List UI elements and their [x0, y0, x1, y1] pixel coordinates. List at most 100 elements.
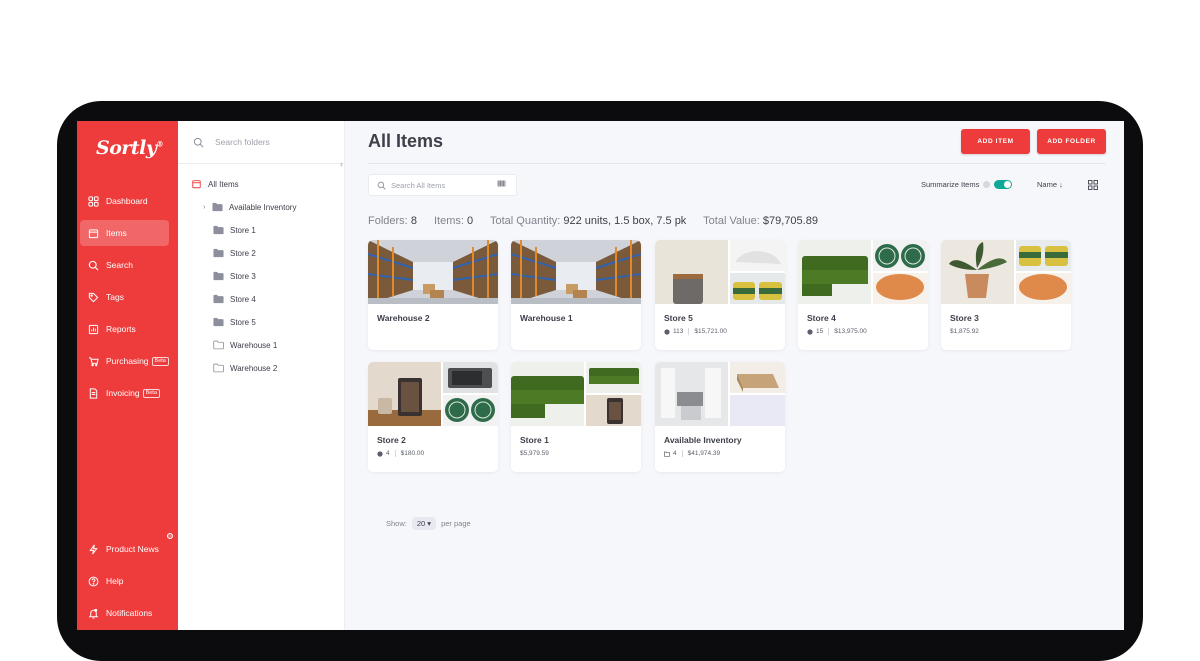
folder-filled-icon: [213, 225, 224, 235]
grid-view-icon[interactable]: [1088, 180, 1098, 190]
card-title: Store 5: [664, 313, 693, 323]
beta-badge: Beta: [143, 389, 160, 398]
folder-card-store-3[interactable]: Store 3 $1,875.92: [941, 240, 1071, 350]
info-icon[interactable]: [983, 181, 990, 188]
folder-filled-icon: [212, 202, 223, 212]
card-title: Store 3: [950, 313, 979, 323]
folder-filled-icon: [213, 271, 224, 281]
per-page-select[interactable]: 20 ▾: [412, 517, 436, 530]
items-count-icon: [377, 451, 383, 457]
search-icon: [377, 181, 386, 190]
sidebar-item-label: Product News: [106, 544, 159, 554]
store-1-photo-collage: [511, 362, 641, 426]
folder-count-icon: [664, 451, 670, 457]
store-5-photo-collage: [655, 240, 785, 304]
search-all-items-input[interactable]: Search All Items: [368, 174, 517, 196]
collapse-panel-icon[interactable]: ‹: [340, 159, 343, 169]
barcode-icon[interactable]: [497, 179, 506, 188]
sort-by-name[interactable]: Name ↓: [1037, 180, 1063, 189]
items-count-icon: [664, 329, 670, 335]
folder-card-warehouse-1[interactable]: Warehouse 1: [511, 240, 641, 350]
sidebar-item-dashboard[interactable]: Dashboard: [80, 188, 169, 214]
add-item-button[interactable]: ADD ITEM: [961, 129, 1030, 154]
bell-icon: [80, 608, 106, 619]
sidebar-item-label: Items: [106, 228, 127, 238]
add-folder-button[interactable]: ADD FOLDER: [1037, 129, 1106, 154]
sidebar-item-label: Dashboard: [106, 196, 148, 206]
header-divider: [368, 163, 1106, 164]
summarize-toggle[interactable]: [994, 180, 1012, 189]
search-icon: [193, 137, 204, 148]
sidebar-item-invoicing[interactable]: Invoicing Beta: [80, 380, 169, 406]
folder-panel: Search folders ‹ All Items › Available I…: [178, 121, 345, 630]
sidebar-item-product-news[interactable]: Product News: [80, 536, 169, 562]
folder-card-available-inventory[interactable]: Available Inventory 4$41,974.39: [655, 362, 785, 472]
card-meta: 4$41,974.39: [664, 450, 720, 457]
main-sidebar: Sortly® Dashboard Items Search Tags Repo…: [77, 121, 178, 630]
sidebar-item-help[interactable]: Help: [80, 568, 169, 594]
card-title: Store 2: [377, 435, 406, 445]
search-placeholder: Search All Items: [391, 181, 445, 190]
tree-item-store-5[interactable]: Store 5: [213, 317, 256, 327]
tree-item-warehouse-1[interactable]: Warehouse 1: [213, 340, 277, 350]
tree-item-warehouse-2[interactable]: Warehouse 2: [213, 363, 277, 373]
sidebar-item-label: Tags: [106, 292, 124, 302]
card-title: Warehouse 1: [520, 313, 573, 323]
chevron-right-icon[interactable]: ›: [203, 204, 207, 211]
folder-filled-icon: [213, 317, 224, 327]
sidebar-item-label: Reports: [106, 324, 136, 334]
folder-search[interactable]: Search folders: [178, 121, 345, 164]
chevron-down-icon: ▾: [427, 519, 431, 528]
pagination-bar: Show: 20 ▾ per page: [386, 517, 471, 530]
warehouse-photo: [511, 240, 641, 304]
sidebar-item-label: Notifications: [106, 608, 152, 618]
sortly-logo[interactable]: Sortly®: [96, 137, 163, 159]
folder-filled-icon: [213, 248, 224, 258]
folder-filled-icon: [213, 294, 224, 304]
tree-item-store-2[interactable]: Store 2: [213, 248, 256, 258]
sidebar-item-purchasing[interactable]: Purchasing Beta: [80, 348, 169, 374]
beta-badge: Beta: [152, 357, 169, 366]
available-inventory-photo-collage: [655, 362, 785, 426]
page-title: All Items: [368, 131, 443, 152]
summary-stats: Folders: 8 Items: 0 Total Quantity: 922 …: [368, 215, 818, 227]
tree-item-store-3[interactable]: Store 3: [213, 271, 256, 281]
tree-item-all-items[interactable]: All Items: [191, 179, 239, 189]
news-dot-badge: [167, 533, 173, 539]
tree-item-available-inventory[interactable]: › Available Inventory: [203, 202, 296, 212]
card-meta: 4$180.00: [377, 450, 424, 457]
card-title: Warehouse 2: [377, 313, 430, 323]
card-title: Available Inventory: [664, 435, 742, 445]
folder-search-placeholder: Search folders: [215, 137, 270, 147]
folder-card-store-4[interactable]: Store 4 15$13,975.00: [798, 240, 928, 350]
card-meta: 15$13,975.00: [807, 328, 867, 335]
items-count-icon: [807, 329, 813, 335]
store-3-photo-collage: [941, 240, 1071, 304]
sidebar-item-items[interactable]: Items: [80, 220, 169, 246]
sidebar-item-label: Invoicing: [106, 388, 140, 398]
tree-item-store-1[interactable]: Store 1: [213, 225, 256, 235]
folder-card-store-5[interactable]: Store 5 113$15,721.00: [655, 240, 785, 350]
arrow-down-icon: ↓: [1059, 180, 1063, 189]
sidebar-item-notifications[interactable]: Notifications: [80, 600, 169, 626]
dashboard-icon: [80, 196, 106, 207]
summarize-items-control: Summarize Items: [921, 180, 1012, 189]
card-title: Store 4: [807, 313, 836, 323]
folder-card-store-2[interactable]: Store 2 4$180.00: [368, 362, 498, 472]
main-content: All Items ADD ITEM ADD FOLDER Search All…: [345, 121, 1124, 630]
purchasing-icon: [80, 356, 106, 367]
tree-item-store-4[interactable]: Store 4: [213, 294, 256, 304]
card-meta: 113$15,721.00: [664, 328, 727, 335]
card-title: Store 1: [520, 435, 549, 445]
store-4-photo-collage: [798, 240, 928, 304]
sidebar-item-search[interactable]: Search: [80, 252, 169, 278]
items-icon: [191, 179, 202, 189]
sidebar-item-reports[interactable]: Reports: [80, 316, 169, 342]
warehouse-photo: [368, 240, 498, 304]
tag-icon: [80, 292, 106, 303]
folder-card-warehouse-2[interactable]: Warehouse 2: [368, 240, 498, 350]
card-meta: $1,875.92: [950, 328, 979, 335]
sidebar-item-tags[interactable]: Tags: [80, 284, 169, 310]
sidebar-item-label: Search: [106, 260, 133, 270]
folder-card-store-1[interactable]: Store 1 $5,979.59: [511, 362, 641, 472]
